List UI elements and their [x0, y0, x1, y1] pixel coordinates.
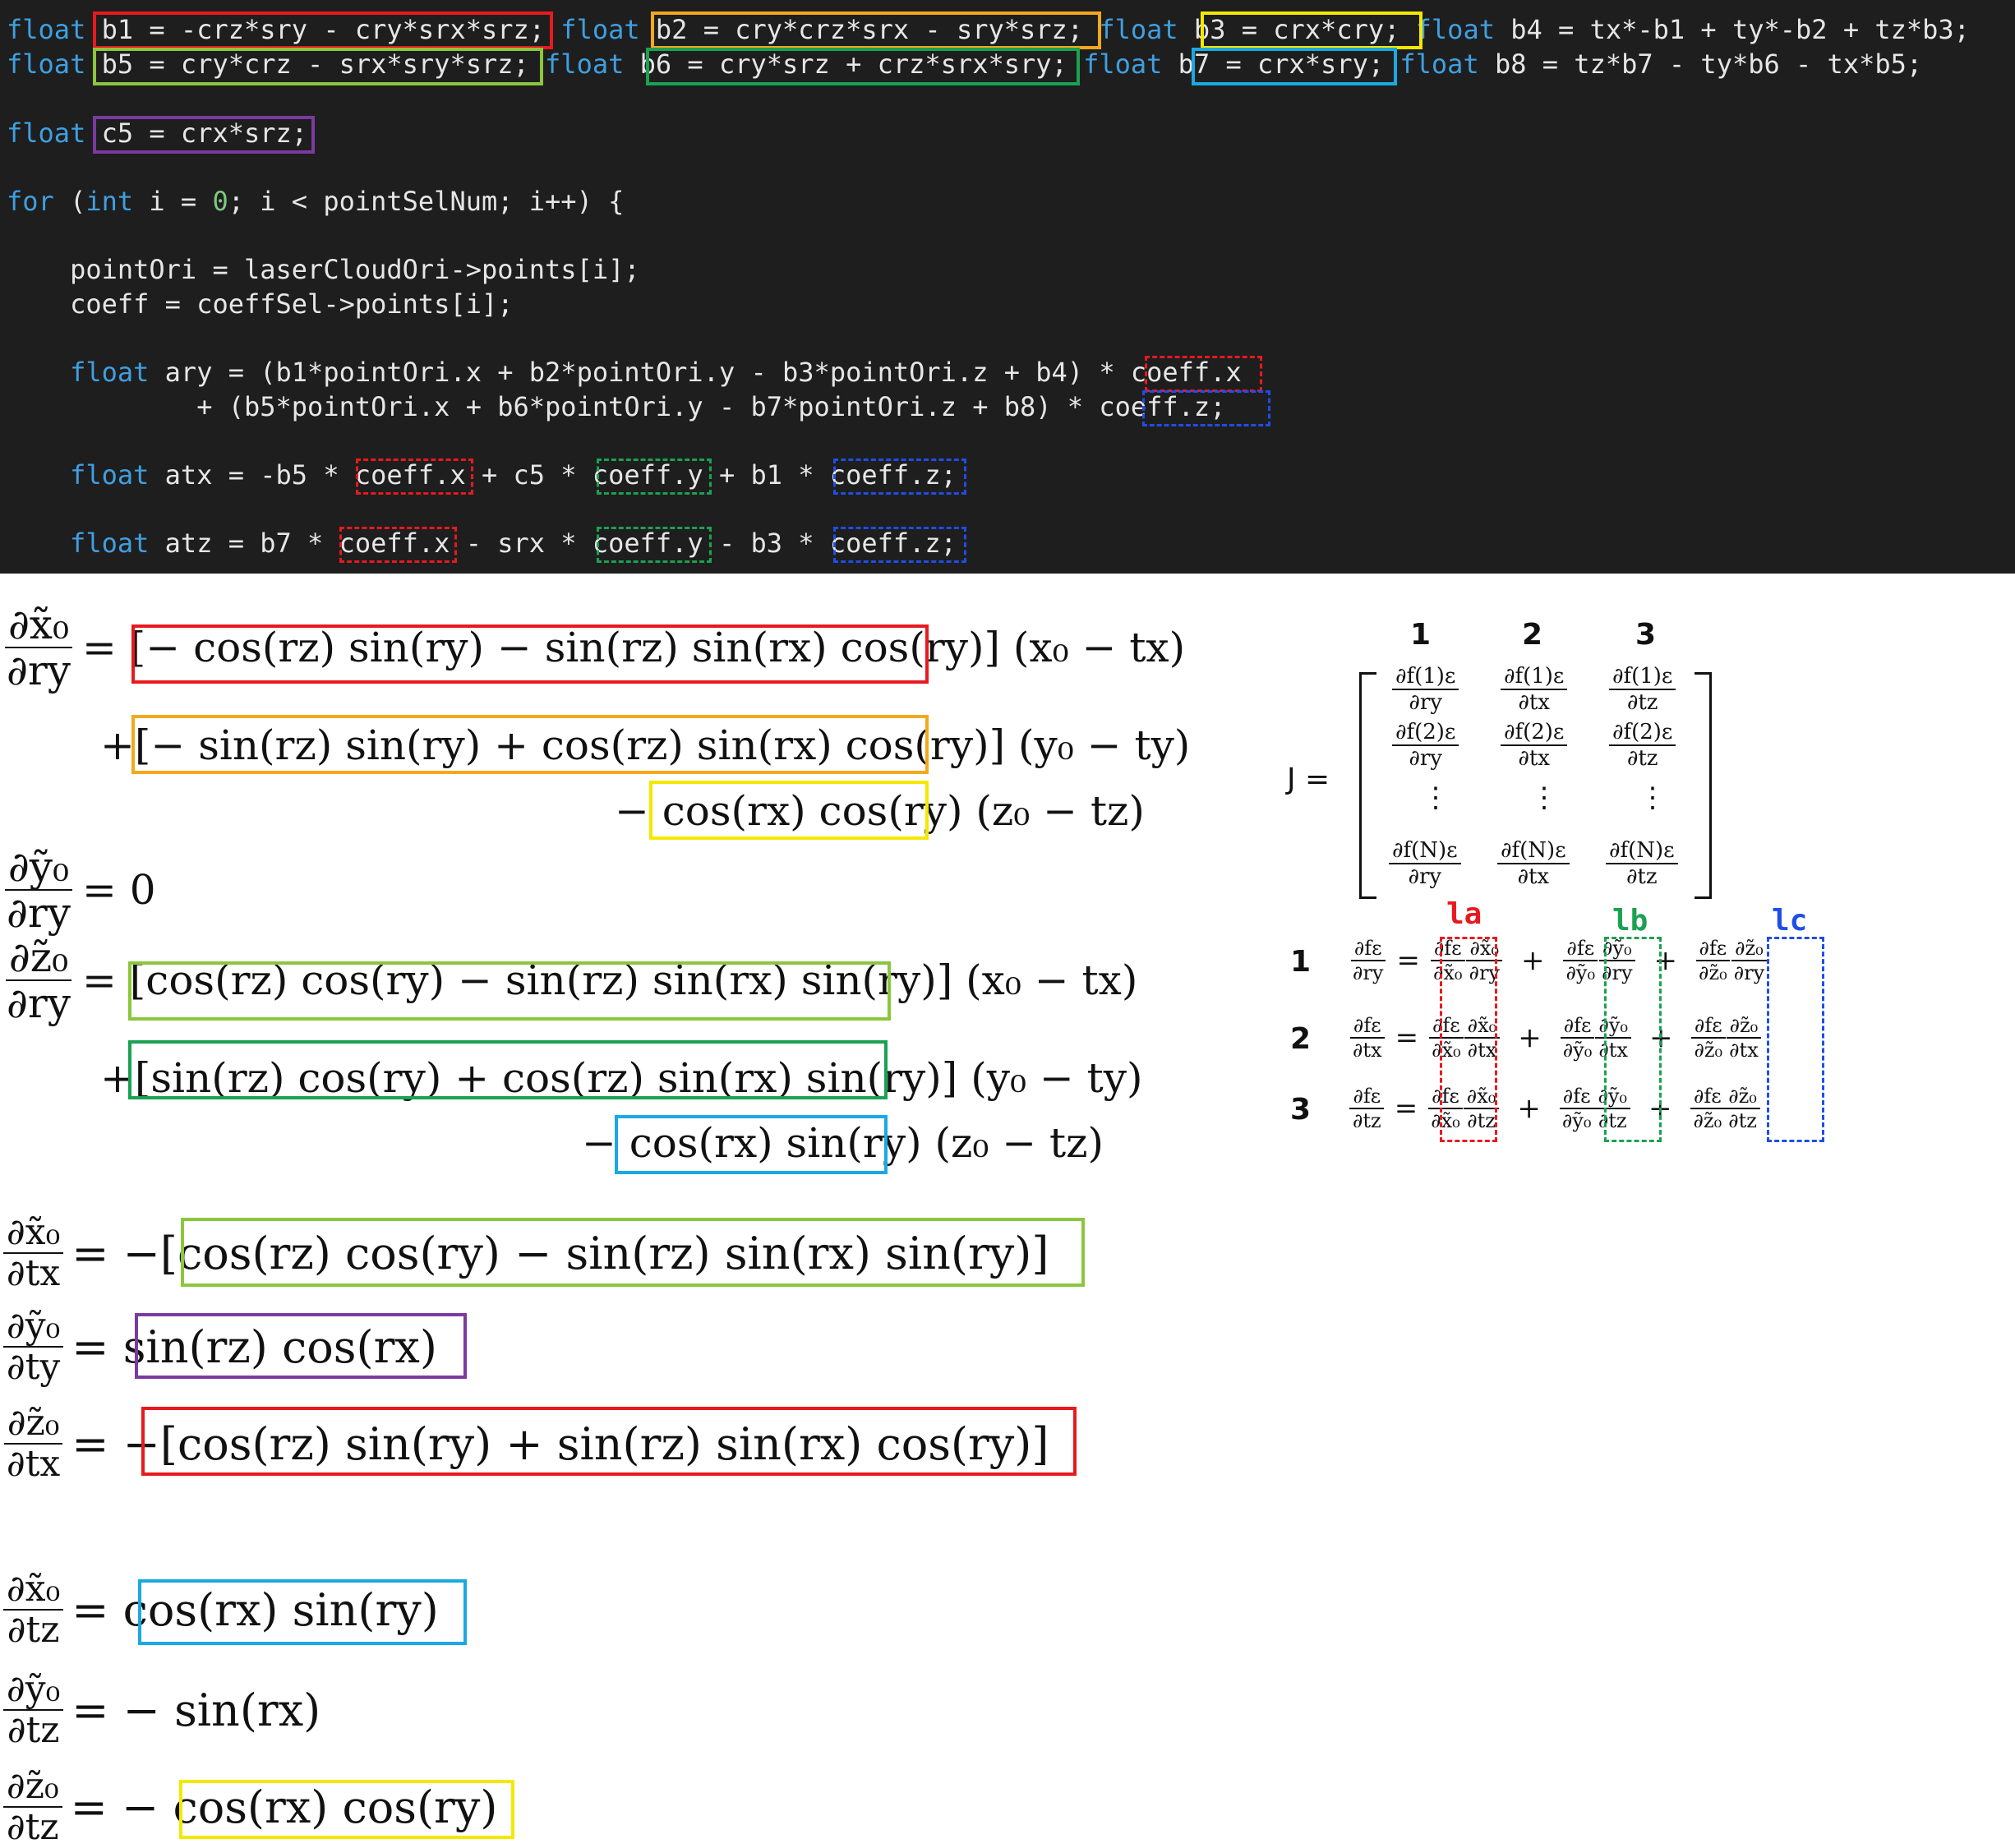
code-line-9: float atx = -b5 * coeff.x + c5 * coeff.y… — [7, 459, 957, 491]
eq-dz-dry: ∂z̃₀ ∂ry = [cos(rz) cos(ry) − sin(rz) sin… — [5, 933, 1138, 1027]
eq-dz-dry-line3: − cos(rx) sin(ry) (z₀ − tz) — [582, 1119, 1104, 1167]
chain-row-3-label: 3 — [1290, 1093, 1312, 1127]
label-lc: lc — [1772, 904, 1808, 938]
code-line-7: float ary = (b1*pointOri.x + b2*pointOri… — [7, 357, 1242, 388]
eq-dx-dtz: ∂x̃₀ ∂tz = cos(rx) sin(ry) — [3, 1571, 439, 1648]
code-line-1: float b1 = -crz*sry - cry*srx*srz; float… — [7, 14, 1970, 45]
jacobian-label: J = — [1287, 763, 1330, 796]
label-lb: lb — [1612, 904, 1648, 938]
jacobian-col-2: 2 — [1522, 618, 1543, 652]
jac-r1c2: ∂f(1)ε ∂tx — [1501, 666, 1568, 713]
jac-r1c1: ∂f(1)ε ∂ry — [1392, 666, 1459, 713]
chain-row-1: ∂fε ∂ry = ∂fε ∂x̃₀ ∂x̃₀ ∂ry + ∂fε ∂ỹ₀ ∂ỹ₀ ∂ry… — [1349, 938, 1768, 983]
eq-dx-dry-line3: − cos(rx) cos(ry) (z₀ − tz) — [615, 787, 1145, 835]
jac-rNc1: ∂f(N)ε ∂ry — [1389, 840, 1461, 887]
eq-dy-dry: ∂ỹ₀ ∂ry = 0 — [3, 846, 156, 933]
eq-dy-dty: ∂ỹ₀ ∂ty = sin(rz) cos(rx) — [3, 1308, 437, 1385]
jacobian-col-1: 1 — [1410, 618, 1432, 652]
jacobian-left-bracket — [1359, 672, 1376, 899]
jac-r2c3: ∂f(2)ε ∂tz — [1609, 721, 1676, 769]
jac-dots-1: ⋮ — [1422, 781, 1450, 814]
jac-r1c3: ∂f(1)ε ∂tz — [1609, 666, 1676, 713]
chain-row-2: ∂fε ∂tx = ∂fε ∂x̃₀ ∂x̃₀ ∂tx + ∂fε ∂ỹ₀ ∂ỹ₀ ∂tx… — [1349, 1016, 1762, 1060]
code-line-6: coeff = coeffSel->points[i]; — [7, 288, 514, 320]
jac-dots-3: ⋮ — [1639, 781, 1667, 814]
chain-row-3: ∂fε ∂tz = ∂fε ∂x̃₀ ∂x̃₀ ∂tz + ∂fε ∂ỹ₀ ∂ỹ₀ ∂tz… — [1349, 1086, 1760, 1131]
jac-dots-2: ⋮ — [1530, 781, 1558, 814]
code-panel: float b1 = -crz*sry - cry*srx*srz; float… — [0, 0, 2015, 574]
code-line-2: float b5 = cry*crz - srx*sry*srz; float … — [7, 48, 1923, 80]
eq-dz-dtx: ∂z̃₀ ∂tx = −[cos(rz) sin(ry) + sin(rz) si… — [3, 1405, 1049, 1482]
code-line-4: for (int i = 0; i < pointSelNum; i++) { — [7, 186, 625, 217]
code-line-5: pointOri = laserCloudOri->points[i]; — [7, 254, 640, 285]
eq-dz-dtz: ∂z̃₀ ∂tz = − cos(rx) cos(ry) — [3, 1768, 497, 1846]
eq-dx-dry: ∂x̃₀ ∂ry = [− cos(rz) sin(ry) − sin(rz) s… — [3, 604, 1185, 691]
code-line-3: float c5 = crx*srz; — [7, 118, 308, 149]
label-la: la — [1446, 897, 1482, 931]
jac-rNc3: ∂f(N)ε ∂tz — [1606, 840, 1678, 887]
code-line-8: + (b5*pointOri.x + b6*pointOri.y - b7*po… — [7, 391, 1226, 422]
jac-r2c1: ∂f(2)ε ∂ry — [1392, 721, 1459, 769]
eq-dy-dtz: ∂ỹ₀ ∂tz = − sin(rx) — [3, 1671, 320, 1749]
jac-rNc2: ∂f(N)ε ∂tx — [1497, 840, 1570, 887]
eq-dx-dtx: ∂x̃₀ ∂tx = −[cos(rz) cos(ry) − sin(rz) si… — [3, 1214, 1049, 1292]
jac-r2c2: ∂f(2)ε ∂tx — [1501, 721, 1568, 769]
jacobian-col-3: 3 — [1635, 618, 1657, 652]
code-line-10: float atz = b7 * coeff.x - srx * coeff.y… — [7, 528, 957, 559]
eq-dx-dry-line2: +[− sin(rz) sin(ry) + cos(rz) sin(rx) co… — [100, 721, 1191, 769]
eq-dz-dry-line2: +[sin(rz) cos(ry) + cos(rz) sin(rx) sin(… — [100, 1054, 1143, 1102]
chain-row-1-label: 1 — [1290, 945, 1312, 979]
dash-col-lc — [1767, 937, 1824, 1142]
frac-dx-dry: ∂x̃₀ ∂ry — [3, 604, 74, 691]
chain-row-2-label: 2 — [1290, 1022, 1312, 1056]
jacobian-right-bracket — [1695, 672, 1712, 899]
